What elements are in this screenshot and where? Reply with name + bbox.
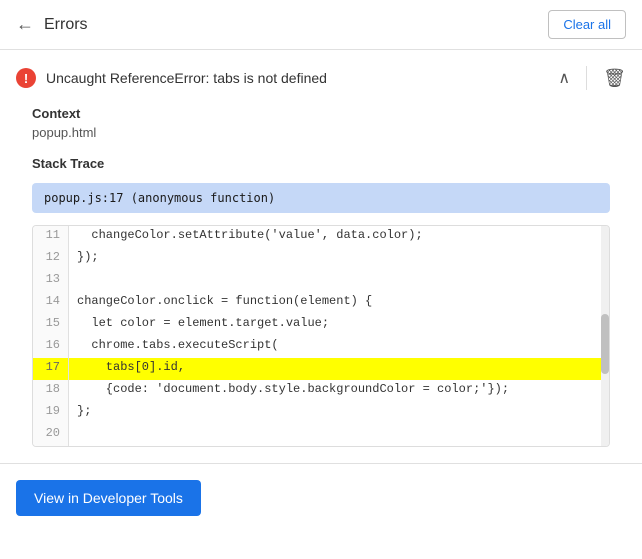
line-number: 20 — [33, 424, 69, 446]
line-content: }); — [69, 248, 609, 270]
context-section: Context popup.html — [16, 106, 626, 140]
line-number: 19 — [33, 402, 69, 424]
line-number: 15 — [33, 314, 69, 336]
code-line: 12}); — [33, 248, 609, 270]
line-number: 12 — [33, 248, 69, 270]
line-number: 18 — [33, 380, 69, 402]
code-line: 13 — [33, 270, 609, 292]
back-icon[interactable]: ← — [16, 14, 34, 35]
code-scrollbar[interactable] — [601, 226, 609, 446]
stack-trace-label: Stack Trace — [32, 156, 610, 171]
footer: View in Developer Tools — [0, 464, 642, 532]
context-label: Context — [32, 106, 610, 121]
delete-icon[interactable]: 🗑 — [603, 68, 626, 89]
code-line: 16 chrome.tabs.executeScript( — [33, 336, 609, 358]
code-line: 19}; — [33, 402, 609, 424]
stack-trace-pill: popup.js:17 (anonymous function) — [32, 183, 610, 213]
code-line: 11 changeColor.setAttribute('value', dat… — [33, 226, 609, 248]
divider — [586, 66, 587, 90]
code-line: 14changeColor.onclick = function(element… — [33, 292, 609, 314]
line-content: tabs[0].id, — [69, 358, 609, 380]
error-actions: ∧ 🗑 — [558, 66, 626, 90]
error-card: ! Uncaught ReferenceError: tabs is not d… — [0, 50, 642, 464]
code-line: 17 tabs[0].id, — [33, 358, 609, 380]
dev-tools-button[interactable]: View in Developer Tools — [16, 480, 201, 516]
line-content — [69, 424, 609, 446]
line-content: changeColor.onclick = function(element) … — [69, 292, 609, 314]
line-content: let color = element.target.value; — [69, 314, 609, 336]
line-number: 14 — [33, 292, 69, 314]
clear-all-button[interactable]: Clear all — [548, 10, 626, 39]
scrollbar-thumb[interactable] — [601, 314, 609, 374]
stack-trace-section: Stack Trace — [16, 156, 626, 171]
line-content: chrome.tabs.executeScript( — [69, 336, 609, 358]
line-content: }; — [69, 402, 609, 424]
error-header: ! Uncaught ReferenceError: tabs is not d… — [16, 66, 626, 90]
line-content — [69, 270, 609, 292]
line-content: changeColor.setAttribute('value', data.c… — [69, 226, 609, 248]
code-line: 20 — [33, 424, 609, 446]
line-number: 11 — [33, 226, 69, 248]
line-number: 16 — [33, 336, 69, 358]
main-content: ! Uncaught ReferenceError: tabs is not d… — [0, 50, 642, 532]
header: ← Errors Clear all — [0, 0, 642, 50]
error-icon: ! — [16, 68, 36, 88]
line-number: 17 — [33, 358, 69, 380]
header-left: ← Errors — [16, 14, 88, 35]
code-line: 18 {code: 'document.body.style.backgroun… — [33, 380, 609, 402]
error-message: Uncaught ReferenceError: tabs is not def… — [46, 70, 327, 86]
code-line: 15 let color = element.target.value; — [33, 314, 609, 336]
context-value: popup.html — [32, 125, 610, 140]
code-block: 11 changeColor.setAttribute('value', dat… — [32, 225, 610, 447]
error-header-left: ! Uncaught ReferenceError: tabs is not d… — [16, 68, 327, 88]
line-number: 13 — [33, 270, 69, 292]
collapse-icon[interactable]: ∧ — [558, 68, 570, 88]
page-title: Errors — [44, 16, 88, 34]
line-content: {code: 'document.body.style.backgroundCo… — [69, 380, 609, 402]
